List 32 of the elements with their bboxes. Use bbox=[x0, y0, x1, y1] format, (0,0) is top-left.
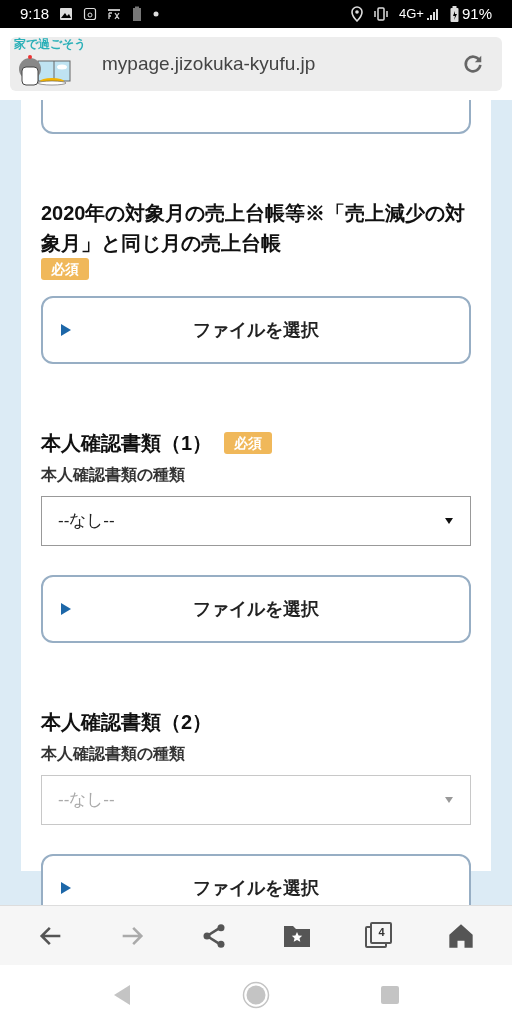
required-badge: 必須 bbox=[41, 258, 89, 280]
address-bar[interactable]: 家で過ごそう mypage.jizokuka-kyufu.jp bbox=[10, 37, 502, 91]
file-select-button[interactable]: ファイルを選択 bbox=[41, 575, 471, 643]
url-text: mypage.jizokuka-kyufu.jp bbox=[102, 51, 317, 76]
fx-icon bbox=[107, 8, 122, 20]
dot-icon bbox=[153, 11, 160, 17]
caret-icon bbox=[444, 796, 454, 804]
field-label: 本人確認書類の種類 bbox=[41, 744, 186, 764]
reload-icon[interactable] bbox=[462, 53, 484, 75]
file-select-button[interactable]: ファイルを選択 bbox=[41, 854, 471, 905]
status-time: 9:18 bbox=[20, 3, 50, 24]
battery-level: 91% bbox=[461, 3, 492, 24]
location-icon bbox=[351, 6, 364, 22]
triangle-icon bbox=[61, 324, 71, 336]
battery-saver-icon bbox=[131, 6, 144, 22]
vibrate-icon bbox=[373, 7, 390, 21]
image-icon bbox=[59, 7, 74, 21]
required-badge: 必須 bbox=[224, 432, 273, 454]
section-heading: 本人確認書類（1） bbox=[41, 431, 213, 456]
network-type: 4G+ bbox=[399, 5, 424, 24]
triangle-icon bbox=[61, 603, 71, 615]
field-label: 本人確認書類の種類 bbox=[41, 465, 186, 485]
document-type-select[interactable]: --なし-- bbox=[41, 496, 471, 546]
battery-icon bbox=[449, 6, 459, 22]
triangle-icon bbox=[61, 882, 71, 894]
section-heading: 本人確認書類（2） bbox=[41, 710, 213, 735]
section-heading: 2020年の対象月の売上台帳等※「売上減少の対象月」と同じ月の売上台帳 bbox=[41, 201, 467, 256]
signal-icon bbox=[425, 7, 440, 21]
caret-icon bbox=[444, 517, 454, 525]
logo-caption: 家で過ごそう bbox=[14, 37, 86, 52]
app-icon bbox=[83, 7, 98, 21]
file-select-button[interactable]: ファイルを選択 bbox=[41, 296, 471, 364]
